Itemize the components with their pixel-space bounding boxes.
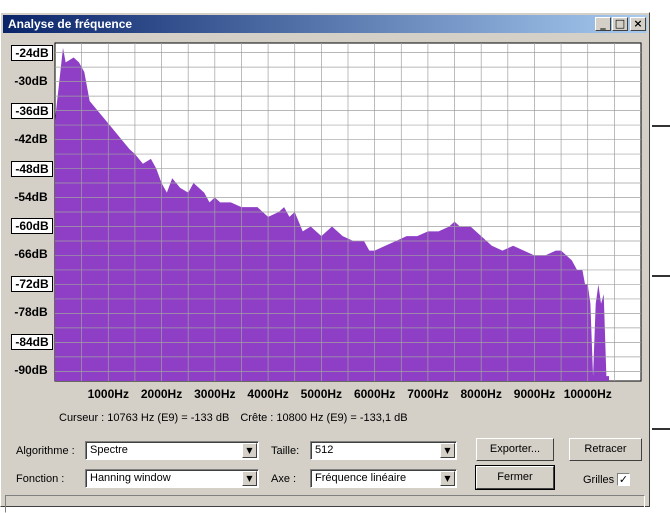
replot-button[interactable]: Retracer (569, 438, 642, 461)
cursor-readout: Curseur : 10763 Hz (E9) = -133 dB (59, 412, 230, 424)
background-edge-mark (652, 125, 670, 127)
x-tick-label: 5000Hz (300, 387, 343, 401)
spectrum-plot[interactable]: -24dB -30dB -36dB -42dB -48dB -54dB -60dB -66dB… (9, 39, 645, 401)
fonction-label: Fonction : (16, 473, 65, 485)
x-tick-label: 10000Hz (563, 387, 612, 401)
x-tick-label: 6000Hz (353, 387, 396, 401)
x-tick-label: 1000Hz (87, 387, 129, 401)
status-bar (5, 495, 645, 513)
x-tick-label: 2000Hz (140, 387, 183, 401)
background-edge-mark (652, 275, 670, 277)
algorithme-value: Spectre (90, 444, 128, 456)
cursor-status: Curseur : 10763 Hz (E9) = -133 dB Crête … (59, 412, 416, 424)
x-tick-label: 8000Hz (460, 387, 502, 401)
taille-label: Taille: (271, 445, 300, 457)
export-button[interactable]: Exporter... (476, 438, 554, 461)
algorithme-select[interactable]: Spectre ▼ (85, 441, 259, 460)
axe-value: Fréquence linéaire (315, 472, 407, 484)
close-dialog-button[interactable]: Fermer (475, 465, 555, 490)
title-bar[interactable]: Analyse de fréquence _ □ × (3, 15, 647, 33)
chevron-down-icon[interactable]: ▼ (440, 443, 455, 458)
axe-select[interactable]: Fréquence linéaire ▼ (310, 469, 457, 488)
minimize-button[interactable]: _ (595, 17, 611, 31)
x-tick-label: 7000Hz (407, 387, 449, 401)
spectrum-chart[interactable] (9, 39, 645, 385)
grilles-label: Grilles (583, 474, 615, 486)
chevron-down-icon[interactable]: ▼ (242, 443, 257, 458)
background-edge-mark (652, 428, 670, 430)
x-tick-label: 3000Hz (194, 387, 236, 401)
taille-select[interactable]: 512 ▼ (310, 441, 457, 460)
fonction-select[interactable]: Hanning window ▼ (85, 469, 259, 488)
frequency-analysis-window: Analyse de fréquence _ □ × -24dB -30dB -36… (0, 12, 650, 513)
chevron-down-icon[interactable]: ▼ (440, 471, 455, 486)
x-tick-label: 9000Hz (513, 387, 556, 401)
maximize-button[interactable]: □ (612, 17, 628, 31)
peak-readout: Crête : 10800 Hz (E9) = -133,1 dB (240, 412, 408, 424)
close-button[interactable]: × (630, 17, 646, 31)
grilles-checkbox[interactable]: ✓ (617, 473, 630, 486)
fonction-value: Hanning window (90, 472, 171, 484)
taille-value: 512 (315, 444, 334, 456)
chevron-down-icon[interactable]: ▼ (242, 471, 257, 486)
algorithme-label: Algorithme : (16, 445, 75, 457)
x-tick-label: 4000Hz (247, 387, 289, 401)
window-title: Analyse de fréquence (8, 17, 133, 31)
axe-label: Axe : (271, 473, 297, 485)
